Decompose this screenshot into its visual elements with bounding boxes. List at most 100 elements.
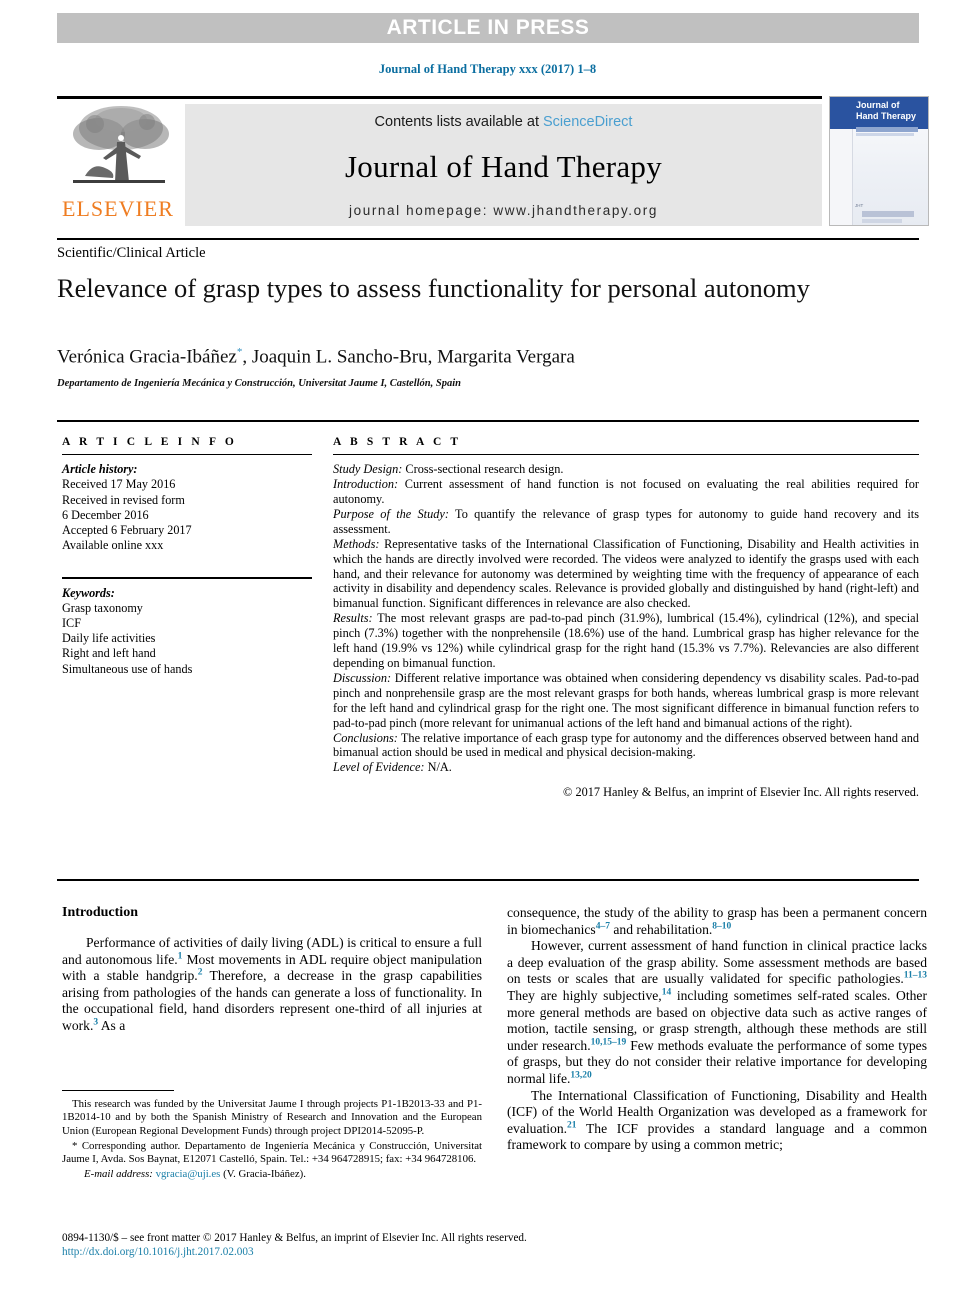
abstract-heading: A B S T R A C T: [333, 436, 462, 448]
elsevier-wordmark: ELSEVIER: [62, 196, 174, 221]
citation-ref[interactable]: 13,20: [570, 1070, 591, 1081]
abstract-section: Discussion: Different relative importanc…: [333, 671, 919, 731]
citation-ref[interactable]: 14: [662, 987, 672, 998]
abstract-section-text: N/A.: [424, 760, 452, 775]
sciencedirect-link[interactable]: ScienceDirect: [543, 114, 632, 130]
journal-cover-thumbnail[interactable]: Journal of Hand Therapy JHT: [829, 96, 929, 226]
cover-title-line1: Journal of: [856, 100, 900, 110]
abstract-section-label: Purpose of the Study:: [333, 506, 449, 521]
abstract-section: Conclusions: The relative importance of …: [333, 731, 919, 761]
email-address-label: E-mail address:: [84, 1168, 153, 1181]
citation-ref[interactable]: 8–10: [712, 921, 731, 931]
article-history-label: Article history:: [62, 462, 138, 477]
keyword-item: Right and left hand: [62, 646, 156, 661]
citation-ref[interactable]: 21: [567, 1120, 577, 1130]
footer-issn-line: 0894-1130/$ – see front matter © 2017 Ha…: [62, 1232, 527, 1244]
journal-masthead: ELSEVIER Contents lists available at Sci…: [57, 96, 929, 226]
body-column-left: Introduction Performance of activities o…: [62, 905, 482, 1035]
contents-prefix-text: Contents lists available at: [374, 114, 543, 130]
contents-available-line: Contents lists available at ScienceDirec…: [375, 114, 633, 130]
cover-title-line2: Hand Therapy: [856, 111, 917, 121]
abstract-section: Methods: Representative tasks of the Int…: [333, 537, 919, 612]
body-paragraph: Performance of activities of daily livin…: [62, 935, 482, 1035]
author-others: , Joaquin L. Sancho-Bru, Margarita Verga…: [242, 346, 575, 368]
abstract-body: Study Design: Cross-sectional research d…: [333, 462, 919, 800]
email-link[interactable]: vgracia@uji.es: [156, 1168, 221, 1180]
abstract-section-text: Cross-sectional research design.: [402, 462, 564, 477]
abstract-section-text: The relative importance of each grasp ty…: [333, 730, 919, 760]
journal-homepage-line[interactable]: journal homepage: www.jhandtherapy.org: [349, 203, 658, 218]
article-page: ARTICLE IN PRESS Journal of Hand Therapy…: [0, 0, 975, 1305]
article-kind-label: Scientific/Clinical Article: [57, 245, 206, 261]
cover-title: Journal of Hand Therapy: [856, 100, 916, 122]
cover-subtitle-bar: [856, 133, 914, 136]
body-text: As a: [98, 1017, 126, 1033]
article-history-block: Article history: Received 17 May 2016 Re…: [62, 462, 312, 553]
citation-ref[interactable]: 11–13: [904, 971, 927, 981]
cover-corner-mark: JHT: [855, 203, 864, 208]
cover-left-strip: [830, 129, 853, 225]
elsevier-tree-icon: [73, 106, 169, 183]
body-paragraph: The International Classification of Func…: [507, 1088, 927, 1154]
page-footer: 0894-1130/$ – see front matter © 2017 Ha…: [62, 1232, 924, 1258]
abstract-section-label: Introduction:: [333, 477, 399, 492]
footer-doi-link[interactable]: http://dx.doi.org/10.1016/j.jht.2017.02.…: [62, 1246, 924, 1258]
body-text: However, current assessment of hand func…: [507, 938, 927, 987]
author-affiliation: Departamento de Ingeniería Mecánica y Co…: [57, 378, 461, 389]
cover-footer-bar-2: [862, 219, 902, 223]
abstract-section-label: Study Design:: [333, 462, 403, 477]
citation-ref[interactable]: 4–7: [596, 921, 610, 931]
abstract-section-text: Representative tasks of the Internationa…: [333, 536, 919, 611]
abstract-section-label: Conclusions:: [333, 730, 398, 745]
abstract-section-text: The most relevant grasps are pad-to-pad …: [333, 611, 919, 670]
footnote-rule: [62, 1090, 174, 1092]
elsevier-logo: ELSEVIER: [59, 104, 177, 226]
body-text: They are highly subjective,: [507, 987, 662, 1003]
keyword-item: Daily life activities: [62, 631, 156, 646]
abstract-section-label: Discussion:: [333, 670, 392, 685]
footnote-block: This research was funded by the Universi…: [62, 1090, 482, 1183]
body-paragraph: consequence, the study of the ability to…: [507, 905, 927, 938]
keyword-item: Simultaneous use of hands: [62, 661, 193, 676]
abstract-copyright: © 2017 Hanley & Belfus, an imprint of El…: [563, 785, 919, 800]
keywords-divider: [62, 577, 312, 579]
article-history-item: Accepted 6 February 2017: [62, 523, 192, 537]
email-owner: (V. Gracia-Ibáñez).: [223, 1168, 306, 1181]
citation-ref[interactable]: 10,15–19: [591, 1037, 627, 1047]
article-in-press-banner: ARTICLE IN PRESS: [57, 13, 919, 43]
journal-title: Journal of Hand Therapy: [344, 148, 663, 184]
article-info-column: A R T I C L E I N F O Article history: R…: [62, 436, 312, 677]
keywords-block: Keywords: Grasp taxonomy ICF Daily life …: [62, 586, 312, 677]
article-info-divider: [62, 454, 312, 456]
abstract-section-label: Methods:: [333, 536, 380, 551]
abstract-section: Study Design: Cross-sectional research d…: [333, 462, 919, 477]
article-history-item: Received in revised form: [62, 492, 185, 507]
keywords-label: Keywords:: [62, 585, 115, 600]
journal-reference-line[interactable]: Journal of Hand Therapy xxx (2017) 1–8: [0, 62, 975, 77]
info-bottom-rule: [57, 879, 919, 881]
abstract-section: Results: The most relevant grasps are pa…: [333, 611, 919, 671]
abstract-column: A B S T R A C T Study Design: Cross-sect…: [333, 436, 919, 800]
abstract-section-text: Different relative importance was obtain…: [333, 670, 919, 730]
article-info-heading: A R T I C L E I N F O: [62, 436, 237, 448]
page-title: Relevance of grasp types to assess funct…: [57, 273, 810, 303]
body-column-right: consequence, the study of the ability to…: [507, 905, 927, 1154]
abstract-section-label: Results:: [333, 611, 373, 626]
author-list: Verónica Gracia-Ibáñez*, Joaquin L. Sanc…: [57, 346, 919, 368]
abstract-section: Introduction: Current assessment of hand…: [333, 477, 919, 507]
abstract-section: Level of Evidence: N/A.: [333, 760, 919, 775]
cover-footer-bar-1: [862, 211, 914, 217]
abstract-section: Purpose of the Study: To quantify the re…: [333, 507, 919, 537]
abstract-section-label: Level of Evidence:: [333, 760, 425, 775]
footnote-email: E-mail address: vgracia@uji.es (V. Graci…: [62, 1168, 482, 1181]
article-history-item: Available online xxx: [62, 538, 164, 553]
author-primary: Verónica Gracia-Ibáñez: [57, 346, 237, 368]
masthead-top-rule: [57, 96, 822, 99]
keyword-item: Grasp taxonomy: [62, 600, 143, 615]
article-history-item: Received 17 May 2016: [62, 477, 176, 492]
introduction-heading: Introduction: [62, 905, 138, 920]
keyword-item: ICF: [62, 616, 81, 630]
abstract-section-text: Current assessment of hand function is n…: [333, 477, 919, 506]
footnote-funding: This research was funded by the Universi…: [62, 1098, 482, 1137]
masthead-center-panel: Contents lists available at ScienceDirec…: [185, 104, 822, 226]
